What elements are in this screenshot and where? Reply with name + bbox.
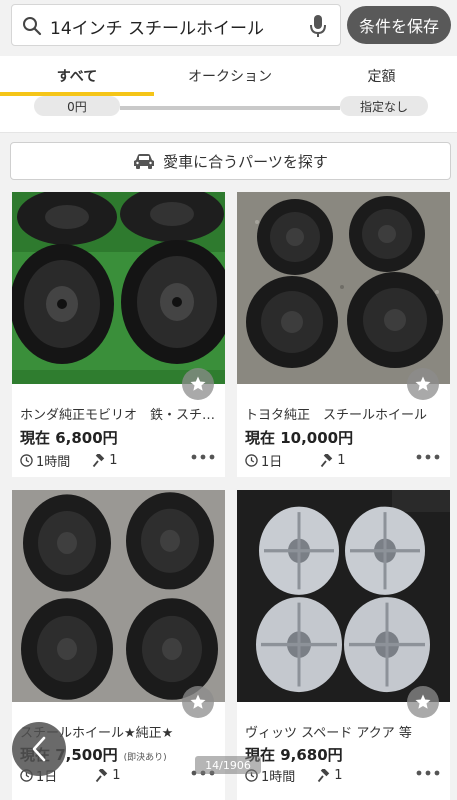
more-options-icon[interactable] bbox=[191, 454, 215, 460]
item-price: 現在 6,800円 bbox=[20, 429, 118, 447]
page-indicator: 14/1906 bbox=[195, 756, 261, 774]
gavel-icon bbox=[93, 453, 105, 467]
gavel-icon bbox=[96, 768, 108, 782]
item-card[interactable]: ヴィッツ スペード アクア 等 現在 9,680円 1時間 1 bbox=[237, 490, 450, 800]
chevron-left-icon bbox=[32, 736, 46, 762]
back-button[interactable] bbox=[12, 722, 66, 776]
price-slider-track[interactable] bbox=[120, 106, 340, 110]
clock-icon bbox=[245, 454, 258, 467]
more-options-icon[interactable] bbox=[416, 770, 440, 776]
gavel-icon bbox=[321, 453, 333, 467]
favorite-star-button[interactable] bbox=[407, 368, 439, 400]
tab-fixed-price[interactable]: 定額 bbox=[306, 56, 457, 96]
star-icon bbox=[415, 694, 431, 709]
time-left: 1時間 bbox=[36, 455, 71, 470]
item-title[interactable]: ホンダ純正モビリオ 鉄・スチールホイール bbox=[20, 404, 220, 423]
price-min-handle[interactable]: 0円 bbox=[34, 96, 120, 116]
item-card[interactable]: ホンダ純正モビリオ 鉄・スチールホイール 現在 6,800円 1時間 1 bbox=[12, 192, 225, 477]
clock-icon bbox=[20, 454, 33, 467]
find-parts-label: 愛車に合うパーツを探す bbox=[163, 152, 328, 171]
search-icon bbox=[23, 17, 42, 36]
item-meta: 1時間 1 bbox=[20, 451, 118, 470]
tab-all[interactable]: すべて bbox=[0, 56, 154, 96]
item-card[interactable]: トヨタ純正 スチールホイール 現在 10,000円 1日 1 bbox=[237, 192, 450, 477]
more-options-icon[interactable] bbox=[416, 454, 440, 460]
bid-count: 1 bbox=[337, 453, 346, 468]
star-icon bbox=[190, 694, 206, 709]
star-icon bbox=[415, 376, 431, 391]
bid-count: 1 bbox=[109, 453, 118, 468]
item-image[interactable] bbox=[12, 192, 225, 384]
buy-now-tag: (即決あり) bbox=[123, 753, 167, 763]
tab-bar: すべて オークション 定額 bbox=[0, 56, 457, 96]
item-title[interactable]: トヨタ純正 スチールホイール bbox=[245, 404, 445, 423]
star-icon bbox=[190, 376, 206, 391]
favorite-star-button[interactable] bbox=[182, 686, 214, 718]
search-box[interactable]: 14インチ スチールホイール bbox=[11, 4, 341, 46]
microphone-icon[interactable] bbox=[310, 14, 326, 38]
item-title[interactable]: ヴィッツ スペード アクア 等 bbox=[245, 722, 445, 741]
bid-count: 1 bbox=[334, 768, 343, 783]
car-icon bbox=[134, 154, 155, 169]
tab-auction[interactable]: オークション bbox=[154, 56, 306, 96]
time-left: 1時間 bbox=[261, 770, 296, 785]
time-left: 1日 bbox=[261, 455, 283, 470]
search-query[interactable]: 14インチ スチールホイール bbox=[50, 14, 264, 39]
price-max-handle[interactable]: 指定なし bbox=[340, 96, 428, 116]
item-meta: 1日 1 bbox=[245, 451, 346, 470]
item-image[interactable] bbox=[12, 490, 225, 702]
bid-count: 1 bbox=[112, 768, 121, 783]
favorite-star-button[interactable] bbox=[182, 368, 214, 400]
item-image[interactable] bbox=[237, 192, 450, 384]
top-bar: 14インチ スチールホイール 条件を保存 bbox=[0, 0, 457, 56]
item-price: 現在 10,000円 bbox=[245, 429, 354, 447]
favorite-star-button[interactable] bbox=[407, 686, 439, 718]
gavel-icon bbox=[318, 768, 330, 782]
save-search-button[interactable]: 条件を保存 bbox=[347, 6, 451, 44]
find-parts-button[interactable]: 愛車に合うパーツを探す bbox=[10, 142, 451, 180]
item-image[interactable] bbox=[237, 490, 450, 702]
